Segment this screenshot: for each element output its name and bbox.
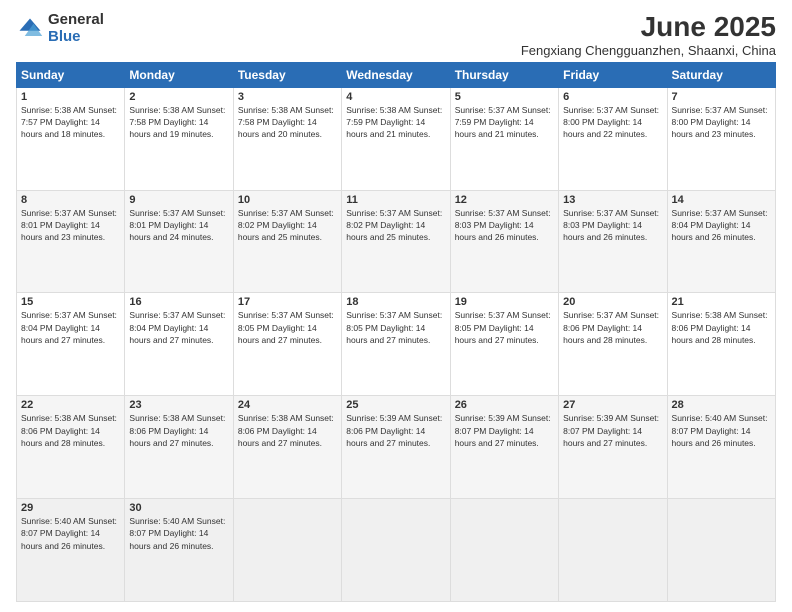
table-row: 13Sunrise: 5:37 AM Sunset: 8:03 PM Dayli… [559,190,667,293]
title-block: June 2025 Fengxiang Chengguanzhen, Shaan… [521,12,776,58]
table-row: 16Sunrise: 5:37 AM Sunset: 8:04 PM Dayli… [125,293,233,396]
table-row: 27Sunrise: 5:39 AM Sunset: 8:07 PM Dayli… [559,396,667,499]
calendar-table: Sunday Monday Tuesday Wednesday Thursday… [16,62,776,602]
page: General Blue June 2025 Fengxiang Chenggu… [0,0,792,612]
col-thursday: Thursday [450,62,558,87]
col-sunday: Sunday [17,62,125,87]
table-row: 19Sunrise: 5:37 AM Sunset: 8:05 PM Dayli… [450,293,558,396]
col-saturday: Saturday [667,62,775,87]
logo-blue: Blue [48,29,104,46]
table-row: 29Sunrise: 5:40 AM Sunset: 8:07 PM Dayli… [17,499,125,602]
table-row: 24Sunrise: 5:38 AM Sunset: 8:06 PM Dayli… [233,396,341,499]
table-row: 30Sunrise: 5:40 AM Sunset: 8:07 PM Dayli… [125,499,233,602]
logo: General Blue [16,12,104,45]
table-row: 8Sunrise: 5:37 AM Sunset: 8:01 PM Daylig… [17,190,125,293]
table-row: 2Sunrise: 5:38 AM Sunset: 7:58 PM Daylig… [125,87,233,190]
table-row [667,499,775,602]
table-row: 9Sunrise: 5:37 AM Sunset: 8:01 PM Daylig… [125,190,233,293]
table-row: 25Sunrise: 5:39 AM Sunset: 8:06 PM Dayli… [342,396,450,499]
table-row [450,499,558,602]
table-row: 26Sunrise: 5:39 AM Sunset: 8:07 PM Dayli… [450,396,558,499]
table-row: 18Sunrise: 5:37 AM Sunset: 8:05 PM Dayli… [342,293,450,396]
table-row: 11Sunrise: 5:37 AM Sunset: 8:02 PM Dayli… [342,190,450,293]
header: General Blue June 2025 Fengxiang Chenggu… [16,12,776,58]
table-row [559,499,667,602]
table-row: 22Sunrise: 5:38 AM Sunset: 8:06 PM Dayli… [17,396,125,499]
header-row: Sunday Monday Tuesday Wednesday Thursday… [17,62,776,87]
table-row: 3Sunrise: 5:38 AM Sunset: 7:58 PM Daylig… [233,87,341,190]
col-monday: Monday [125,62,233,87]
month-title: June 2025 [521,12,776,43]
col-tuesday: Tuesday [233,62,341,87]
table-row: 5Sunrise: 5:37 AM Sunset: 7:59 PM Daylig… [450,87,558,190]
col-friday: Friday [559,62,667,87]
table-row: 28Sunrise: 5:40 AM Sunset: 8:07 PM Dayli… [667,396,775,499]
logo-icon [16,15,44,43]
table-row [342,499,450,602]
table-row: 4Sunrise: 5:38 AM Sunset: 7:59 PM Daylig… [342,87,450,190]
col-wednesday: Wednesday [342,62,450,87]
table-row [233,499,341,602]
location-title: Fengxiang Chengguanzhen, Shaanxi, China [521,43,776,58]
logo-text: General Blue [48,12,104,45]
table-row: 15Sunrise: 5:37 AM Sunset: 8:04 PM Dayli… [17,293,125,396]
table-row: 6Sunrise: 5:37 AM Sunset: 8:00 PM Daylig… [559,87,667,190]
table-row: 17Sunrise: 5:37 AM Sunset: 8:05 PM Dayli… [233,293,341,396]
table-row: 21Sunrise: 5:38 AM Sunset: 8:06 PM Dayli… [667,293,775,396]
table-row: 10Sunrise: 5:37 AM Sunset: 8:02 PM Dayli… [233,190,341,293]
table-row: 1Sunrise: 5:38 AM Sunset: 7:57 PM Daylig… [17,87,125,190]
table-row: 20Sunrise: 5:37 AM Sunset: 8:06 PM Dayli… [559,293,667,396]
logo-general: General [48,12,104,29]
table-row: 14Sunrise: 5:37 AM Sunset: 8:04 PM Dayli… [667,190,775,293]
table-row: 12Sunrise: 5:37 AM Sunset: 8:03 PM Dayli… [450,190,558,293]
table-row: 7Sunrise: 5:37 AM Sunset: 8:00 PM Daylig… [667,87,775,190]
table-row: 23Sunrise: 5:38 AM Sunset: 8:06 PM Dayli… [125,396,233,499]
